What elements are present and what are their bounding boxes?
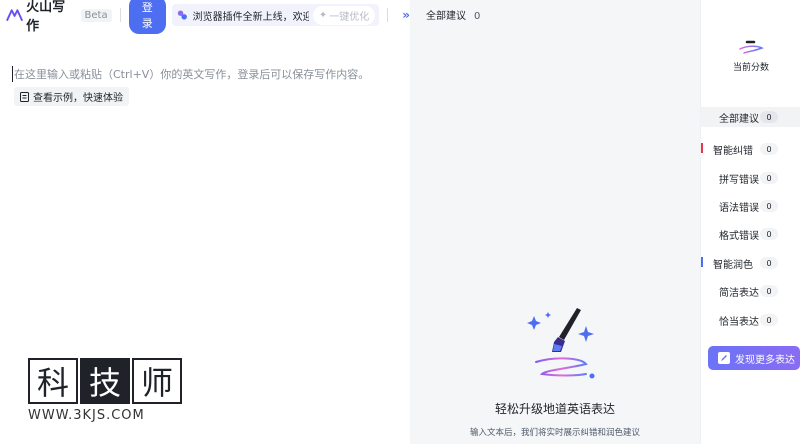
top-toolbar: 火山写作 Beta 登录 浏览器插件全新上线，欢迎安装使用 ✦ 一键优化 » [0, 0, 410, 34]
menu-spelling-errors[interactable]: 拼写错误 0 [701, 168, 800, 188]
menu-count: 0 [760, 314, 778, 326]
document-icon [20, 91, 29, 102]
app-logo[interactable]: 火山写作 Beta [6, 0, 112, 34]
login-button[interactable]: 登录 [128, 0, 166, 34]
empty-state-subtext: 输入文本后，我们将实时展示纠错和润色建议 [469, 428, 640, 438]
editor-pane: 火山写作 Beta 登录 浏览器插件全新上线，欢迎安装使用 ✦ 一键优化 » 在… [0, 0, 410, 444]
watermark-char-3: 师 [132, 358, 182, 404]
menu-grammar-errors[interactable]: 语法错误 0 [701, 196, 800, 216]
menu-count: 0 [760, 111, 778, 123]
watermark: 科 技 师 WWW.3KJS.COM [28, 358, 182, 423]
watermark-char-1: 科 [28, 358, 78, 404]
menu-count: 0 [760, 285, 778, 297]
right-sidebar: 当前分数 全部建议 0 智能纠错 0 拼写错误 0 语法错误 0 格式错误 0 … [700, 0, 800, 444]
plugin-icon [177, 10, 187, 20]
beta-badge: Beta [80, 8, 112, 22]
menu-label: 恰当表达 [719, 316, 759, 328]
sparkle-icon: ✦ [318, 9, 328, 21]
paintbrush-illustration-icon [527, 308, 595, 379]
menu-count: 0 [760, 200, 778, 212]
plugin-notice-banner[interactable]: 浏览器插件全新上线，欢迎安装使用 ✦ 一键优化 [171, 4, 380, 26]
toolbar-divider [119, 8, 121, 22]
menu-label: 智能纠错 [713, 145, 753, 157]
menu-count: 0 [760, 172, 778, 184]
menu-label: 简洁表达 [719, 287, 759, 299]
current-score-label: 当前分数 [732, 63, 769, 73]
score-swirl-icon [739, 40, 764, 54]
volcano-logo-icon [6, 9, 24, 22]
app-name: 火山写作 [26, 0, 66, 34]
menu-count: 0 [760, 228, 778, 240]
menu-appropriate-expression[interactable]: 恰当表达 0 [701, 310, 800, 330]
pencil-icon [718, 352, 730, 364]
optimize-label: 一键优化 [329, 11, 370, 23]
polish-marker [701, 257, 703, 267]
discover-more-button[interactable]: 发现更多表达 [708, 346, 800, 370]
menu-label: 语法错误 [719, 202, 759, 214]
notice-text: 浏览器插件全新上线，欢迎安装使用 [192, 11, 309, 23]
menu-count: 0 [760, 143, 778, 155]
view-example-button[interactable]: 查看示例，快速体验 [14, 87, 129, 106]
suggestions-header: 全部建议 0 [426, 7, 480, 22]
menu-label: 智能润色 [713, 259, 753, 271]
empty-state-heading: 轻松升级地道英语表达 [494, 402, 615, 416]
menu-label: 拼写错误 [719, 174, 759, 186]
suggestions-pane: 全部建议 0 轻松升级地道英语表达 输入文本后，我们将实时展示纠错和润色建议 [410, 0, 700, 444]
discover-more-label: 发现更多表达 [735, 354, 795, 366]
toolbar-divider-2 [387, 8, 389, 22]
collapse-icon[interactable]: » [402, 8, 410, 22]
score-panel: 当前分数 [701, 26, 800, 73]
correction-marker [701, 143, 703, 153]
menu-label: 全部建议 [719, 113, 759, 125]
watermark-url: WWW.3KJS.COM [28, 408, 145, 423]
menu-label: 格式错误 [719, 230, 759, 242]
suggestions-title: 全部建议 [426, 11, 466, 22]
one-click-optimize-button[interactable]: ✦ 一键优化 [312, 5, 376, 25]
menu-format-errors[interactable]: 格式错误 0 [701, 224, 800, 244]
suggestions-count: 0 [474, 11, 481, 22]
view-example-label: 查看示例，快速体验 [33, 93, 123, 104]
editor-input[interactable]: 在这里输入或粘贴（Ctrl+V）你的英文写作，登录后可以保存写作内容。 [12, 66, 369, 82]
menu-concise-expression[interactable]: 简洁表达 0 [701, 281, 800, 301]
menu-smart-correction[interactable]: 智能纠错 0 [701, 139, 800, 159]
menu-count: 0 [760, 257, 778, 269]
menu-smart-polish[interactable]: 智能润色 0 [701, 253, 800, 273]
menu-all-suggestions[interactable]: 全部建议 0 [701, 107, 800, 127]
watermark-char-2: 技 [80, 358, 130, 404]
